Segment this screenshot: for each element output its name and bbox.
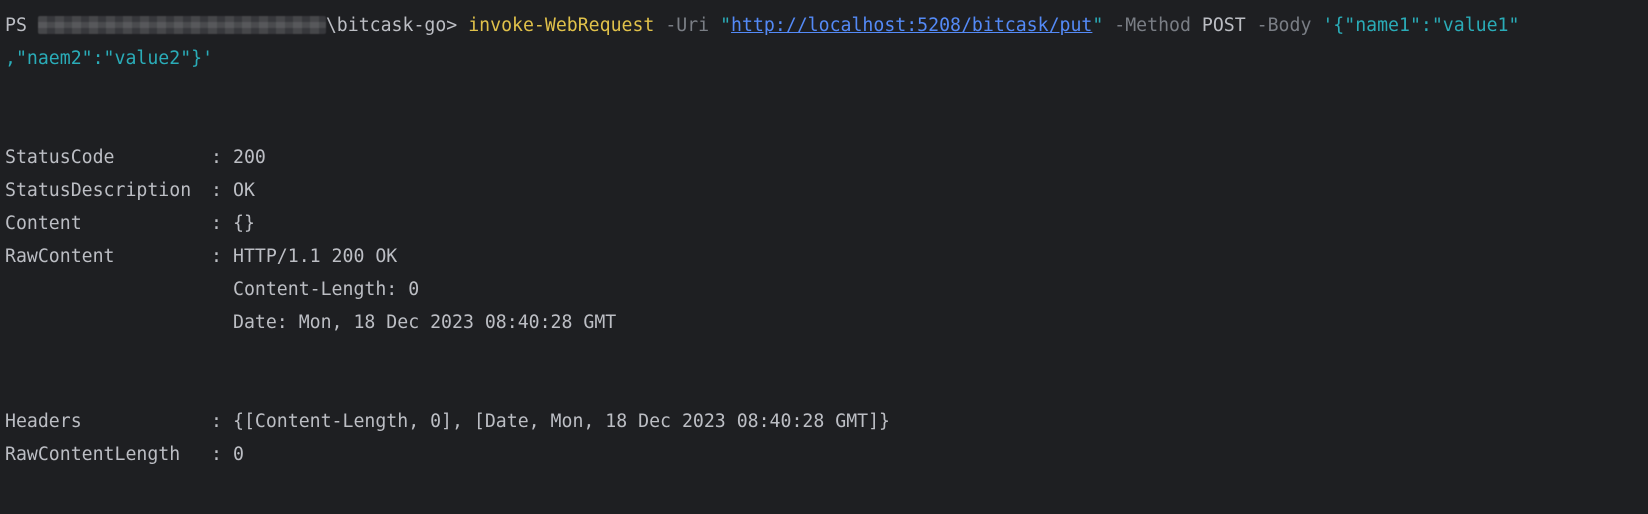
output-row-rawcontentlength: RawContentLength: 0 bbox=[5, 438, 1648, 471]
property-separator: : bbox=[211, 444, 233, 465]
output-row-rawcontent: RawContent: HTTP/1.1 200 OK bbox=[5, 240, 1648, 273]
property-separator: : bbox=[211, 246, 233, 267]
property-value: HTTP/1.1 200 OK bbox=[233, 246, 398, 267]
uri-link[interactable]: http://localhost:5208/bitcask/put bbox=[731, 15, 1092, 36]
output-row-content: Content: {} bbox=[5, 207, 1648, 240]
uri-quote-open: " bbox=[720, 15, 732, 36]
output-row-statusdescription: StatusDescription: OK bbox=[5, 174, 1648, 207]
property-value: 200 bbox=[233, 147, 266, 168]
output-row-statuscode: StatusCode: 200 bbox=[5, 141, 1648, 174]
property-separator: : bbox=[211, 213, 233, 234]
property-value: Date: Mon, 18 Dec 2023 08:40:28 GMT bbox=[233, 312, 617, 333]
uri-quote-close: " bbox=[1092, 15, 1104, 36]
property-value: 0 bbox=[233, 444, 244, 465]
output-row-headers: Headers: {[Content-Length, 0], [Date, Mo… bbox=[5, 405, 1648, 438]
terminal-window[interactable]: PS \bitcask-go> invoke-WebRequest -Uri "… bbox=[0, 0, 1648, 514]
property-name: Content bbox=[5, 213, 82, 234]
property-value: {[Content-Length, 0], [Date, Mon, 18 Dec… bbox=[233, 411, 890, 432]
property-separator: : bbox=[211, 180, 233, 201]
command-name: invoke-WebRequest bbox=[468, 15, 655, 36]
property-name: RawContent bbox=[5, 246, 115, 267]
property-value: Content-Length: 0 bbox=[233, 279, 420, 300]
property-separator: : bbox=[211, 411, 233, 432]
uri-flag: -Uri bbox=[654, 15, 721, 36]
output-row-rawcontent-cont: Content-Length: 0 bbox=[5, 273, 1648, 306]
prompt-path-tail: \bitcask-go> bbox=[325, 15, 469, 36]
property-value: OK bbox=[233, 180, 255, 201]
command-line-wrap: ,"naem2":"value2"}' bbox=[5, 42, 1648, 75]
property-name: StatusCode bbox=[5, 147, 115, 168]
output-row-rawcontent-cont: Date: Mon, 18 Dec 2023 08:40:28 GMT bbox=[5, 306, 1648, 339]
body-value-part1: '{"name1":"value1" bbox=[1322, 15, 1520, 36]
body-value-part2: ,"naem2":"value2"}' bbox=[5, 48, 214, 69]
command-line: PS \bitcask-go> invoke-WebRequest -Uri "… bbox=[5, 9, 1648, 42]
redacted-path bbox=[37, 16, 326, 34]
property-name: StatusDescription bbox=[5, 180, 192, 201]
property-value: {} bbox=[233, 213, 255, 234]
property-name: Headers bbox=[5, 411, 82, 432]
property-name: RawContentLength bbox=[5, 444, 181, 465]
method-value: POST bbox=[1201, 15, 1246, 36]
property-separator: : bbox=[211, 147, 233, 168]
prompt-prefix: PS bbox=[5, 15, 38, 36]
body-flag: -Body bbox=[1245, 15, 1323, 36]
method-flag: -Method bbox=[1103, 15, 1202, 36]
